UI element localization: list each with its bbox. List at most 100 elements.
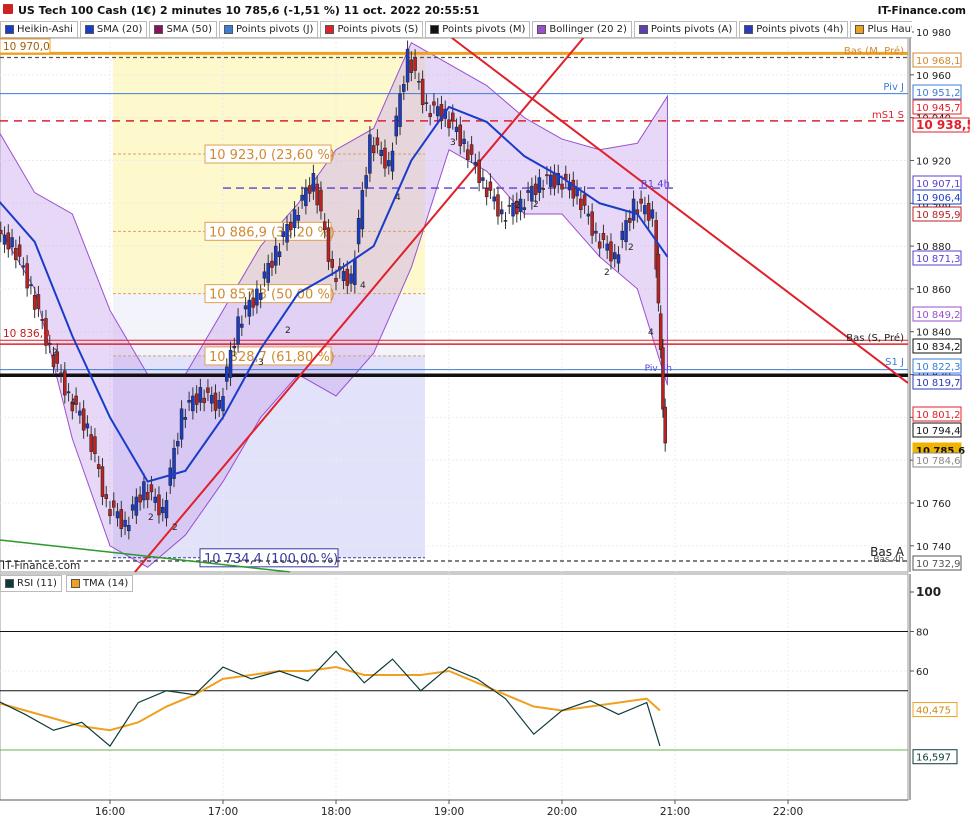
marker-label: 3 xyxy=(258,358,264,368)
price-tag: 10 951,2 xyxy=(912,84,962,100)
candle-body xyxy=(417,80,421,83)
candle-body xyxy=(236,316,240,345)
marker-label: 4 xyxy=(648,328,654,338)
price-tag: 10 906,4 xyxy=(912,189,962,205)
watermark: IT-Finance.com xyxy=(2,560,80,572)
candle-body xyxy=(484,188,489,198)
marker-label: 2 xyxy=(628,243,634,253)
y-tick-label: 10 960 xyxy=(916,71,951,82)
candle-body xyxy=(149,484,154,493)
candle-body xyxy=(25,263,29,289)
price-tag: 10 895,9 xyxy=(912,206,962,222)
candle-body xyxy=(6,232,11,250)
legend-item[interactable]: Plus Haut (J) xyxy=(850,21,912,38)
fib-label: 10 923,0 (23,60 %) xyxy=(209,148,335,163)
rsi-y-tick-label: 60 xyxy=(916,667,929,678)
candle-body xyxy=(322,221,327,231)
legend-item[interactable]: SMA (50) xyxy=(149,21,217,38)
candle-body xyxy=(243,305,248,310)
candle-body xyxy=(364,175,368,189)
candle-body xyxy=(590,211,594,236)
marker-label: 2 xyxy=(533,200,539,210)
candle-body xyxy=(379,149,383,156)
candle-body xyxy=(390,150,395,172)
candle-body xyxy=(164,500,169,519)
candle-body xyxy=(579,198,583,210)
x-tick-label: 19:00 xyxy=(434,806,464,818)
candle-body xyxy=(458,124,463,147)
marker-label: 4 xyxy=(70,398,76,408)
candle-body xyxy=(477,159,481,183)
candle-body xyxy=(93,436,97,455)
marker-label: 2 xyxy=(52,348,58,358)
legend-item[interactable]: Points pivots (M) xyxy=(425,21,531,38)
price-tag-label: 10 819,7 xyxy=(916,378,961,389)
price-tag: 10 819,7 xyxy=(912,374,962,390)
price-tag-label: 10 822,3 xyxy=(916,362,961,373)
legend-item[interactable]: Points pivots (A) xyxy=(633,21,738,38)
candle-body xyxy=(462,138,466,145)
candle-body xyxy=(650,209,655,219)
marker-label: 2 xyxy=(515,201,521,211)
legend-label: Bollinger (20 2) xyxy=(549,24,627,35)
candle-body xyxy=(32,295,37,310)
candle-body xyxy=(142,481,146,501)
flag-icon xyxy=(3,4,13,14)
rsi-tag-label: 16,597 xyxy=(916,753,951,764)
label-piv-j: Piv J xyxy=(883,82,904,93)
legend-item[interactable]: Points pivots (S) xyxy=(320,21,424,38)
marker-label: 4 xyxy=(360,281,366,291)
candle-body xyxy=(571,179,576,199)
candle-body xyxy=(96,464,101,469)
legend-label: Plus Haut (J) xyxy=(867,24,912,35)
price-tag-label: 10 834,2 xyxy=(916,342,961,353)
candle-body xyxy=(100,466,105,497)
marker-label: 3 xyxy=(450,138,456,148)
candle-body xyxy=(371,145,376,153)
candle-body xyxy=(507,205,512,207)
candle-body xyxy=(435,106,440,117)
legend-item[interactable]: SMA (20) xyxy=(79,21,148,38)
price-tag-label: 10 871,3 xyxy=(916,254,961,265)
price-tag-label: 10 945,7 xyxy=(916,103,961,114)
rsi-legend-item[interactable]: RSI (11) xyxy=(0,575,62,592)
legend-item[interactable]: Bollinger (20 2) xyxy=(532,21,632,38)
candle-body xyxy=(47,343,52,345)
price-tag-label: 10 895,9 xyxy=(916,210,961,221)
legend-swatch xyxy=(430,25,440,34)
legend-item[interactable]: Points pivots (4h) xyxy=(739,21,849,38)
x-tick-label: 20:00 xyxy=(547,806,577,818)
candle-body xyxy=(115,511,120,519)
candle-body xyxy=(179,408,184,440)
rsi-line xyxy=(0,650,661,747)
candle-body xyxy=(420,78,425,106)
candle-body xyxy=(428,113,432,118)
legend-item[interactable]: Heikin-Ashi xyxy=(0,21,78,38)
rsi-legend-item[interactable]: TMA (14) xyxy=(65,575,134,592)
candle-body xyxy=(656,253,661,304)
candle-body xyxy=(292,209,297,228)
tma-tag-label: 40,475 xyxy=(916,706,951,717)
candle-body xyxy=(232,346,237,349)
chart-title: US Tech 100 Cash (1€) 2 minutes 10 785,6… xyxy=(18,4,479,17)
candle-body xyxy=(40,319,44,321)
candle-body xyxy=(447,119,451,129)
candle-body xyxy=(315,183,319,206)
candle-body xyxy=(398,93,402,127)
price-tag: 10 794,4 xyxy=(912,422,962,438)
legend-item[interactable]: Points pivots (J) xyxy=(218,21,319,38)
candle-body xyxy=(503,220,508,222)
marker-label: 2 xyxy=(148,513,154,523)
candle-body xyxy=(319,189,323,212)
price-chart[interactable]: US Tech 100 Cash (1€) 2 minutes 10 785,6… xyxy=(0,0,970,820)
legend-label: Heikin-Ashi xyxy=(17,24,73,35)
candle-body xyxy=(78,410,82,416)
price-tag: 10 945,7 xyxy=(912,99,962,115)
price-tag: 10 732,9 xyxy=(912,555,962,571)
marker-label: 4 xyxy=(395,193,401,203)
candle-body xyxy=(612,252,617,260)
candle-body xyxy=(360,190,365,230)
candle-body xyxy=(36,294,41,309)
rsi-y-tick-label: 80 xyxy=(916,628,929,639)
candle-body xyxy=(330,259,334,268)
